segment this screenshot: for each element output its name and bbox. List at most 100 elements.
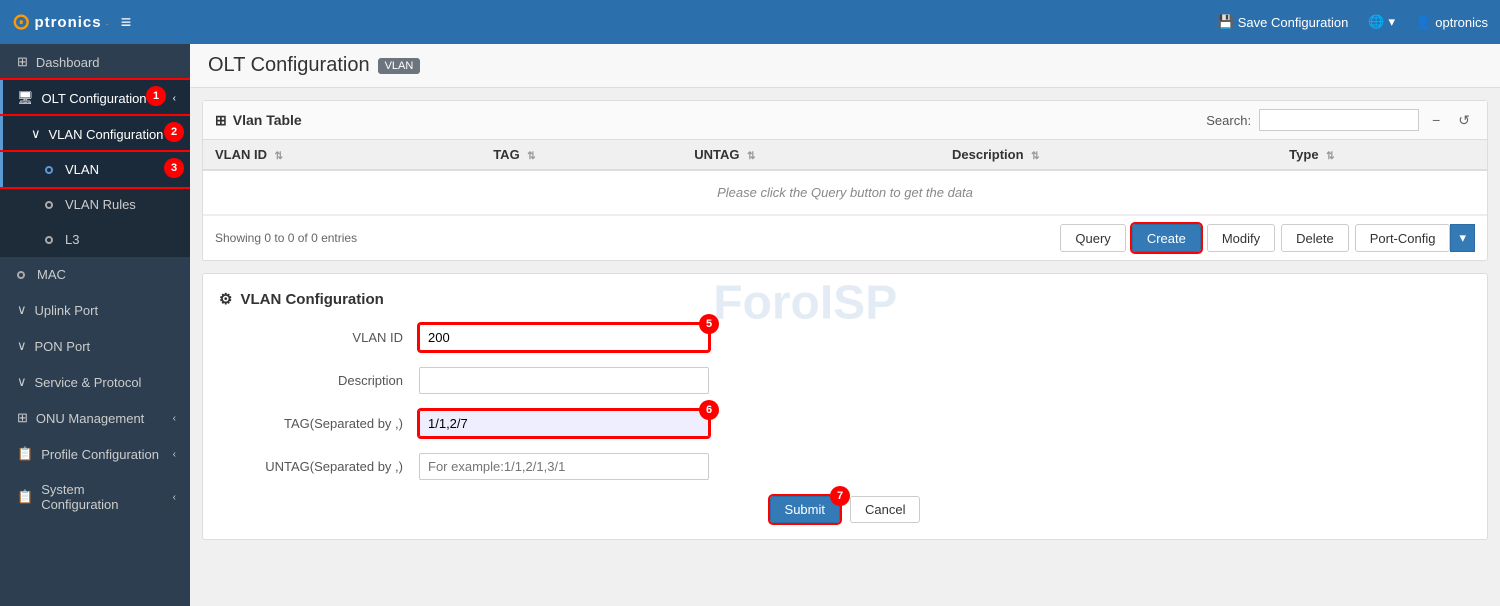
sidebar-item-olt-config[interactable]: 🖥 OLT Configuration ‹ 1	[0, 80, 190, 116]
sidebar-item-service-protocol[interactable]: ∨ Service & Protocol	[0, 364, 190, 400]
vlan-id-row: VLAN ID 5	[219, 324, 1471, 351]
uplink-arrow-icon: ∨	[17, 302, 27, 318]
no-data-cell: Please click the Query button to get the…	[203, 170, 1487, 215]
sidebar-vlan-rules-label: VLAN Rules	[65, 197, 176, 212]
sidebar-mac-label: MAC	[37, 267, 176, 282]
system-icon: 📋	[17, 489, 33, 505]
table-header-row: VLAN ID ⇅ TAG ⇅ UNTAG ⇅ Description ⇅ Ty…	[203, 140, 1487, 170]
tag-label: TAG(Separated by ,)	[219, 416, 419, 431]
badge-3: 3	[164, 158, 184, 178]
sidebar-item-mac[interactable]: MAC	[0, 257, 190, 292]
mac-circle-icon	[17, 271, 25, 279]
onu-arrow-icon: ‹	[173, 413, 176, 424]
col-description: Description ⇅	[940, 140, 1277, 170]
globe-icon: 🌐	[1368, 14, 1384, 30]
sidebar-item-vlan-rules[interactable]: VLAN Rules	[0, 187, 190, 222]
hamburger-icon[interactable]: ≡	[121, 12, 132, 33]
cancel-btn[interactable]: Cancel	[850, 496, 920, 523]
description-input[interactable]	[419, 367, 709, 394]
vlan-id-input[interactable]	[419, 324, 709, 351]
showing-entries: Showing 0 to 0 of 0 entries	[215, 231, 357, 245]
sidebar-item-vlan-config[interactable]: ∨ VLAN Configuration 2	[0, 116, 190, 152]
sidebar-dashboard-label: Dashboard	[36, 55, 176, 70]
sidebar-item-uplink-port[interactable]: ∨ Uplink Port	[0, 292, 190, 328]
logo-dot: .	[106, 16, 109, 28]
page-title: OLT Configuration	[208, 54, 370, 77]
badge-6: 6	[699, 400, 719, 420]
table-footer: Showing 0 to 0 of 0 entries Query Create…	[203, 215, 1487, 260]
col-type: Type ⇅	[1277, 140, 1487, 170]
monitor-icon: 🖥	[17, 90, 34, 106]
description-row: Description	[219, 367, 1471, 394]
table-title: ⊞ Vlan Table	[215, 112, 302, 129]
vlan-table: VLAN ID ⇅ TAG ⇅ UNTAG ⇅ Description ⇅ Ty…	[203, 140, 1487, 215]
sidebar-item-system-config[interactable]: 📋 System Configuration ‹	[0, 472, 190, 522]
logo-icon: ⊙	[12, 9, 30, 35]
sort-arrows-desc: ⇅	[1031, 151, 1039, 162]
sort-arrows-type: ⇅	[1326, 151, 1334, 162]
minimize-btn[interactable]: −	[1427, 110, 1445, 130]
modify-btn[interactable]: Modify	[1207, 224, 1275, 252]
profile-arrow-icon: ‹	[173, 449, 176, 460]
untag-row: UNTAG(Separated by ,)	[219, 453, 1471, 480]
page-header: OLT Configuration VLAN	[190, 44, 1500, 88]
table-title-icon: ⊞	[215, 112, 227, 129]
untag-input[interactable]	[419, 453, 709, 480]
save-config-label: Save Configuration	[1238, 15, 1349, 30]
profile-icon: 📋	[17, 446, 33, 462]
logo: ⊙ ptronics .	[12, 9, 109, 35]
tag-input[interactable]	[419, 410, 709, 437]
sidebar-item-pon-port[interactable]: ∨ PON Port	[0, 328, 190, 364]
vlan-config-icon: ⚙	[219, 290, 232, 308]
sidebar-l3-label: L3	[65, 232, 176, 247]
sidebar-vlan-label: VLAN	[65, 162, 176, 177]
query-btn[interactable]: Query	[1060, 224, 1125, 252]
breadcrumb-badge: VLAN	[378, 58, 421, 74]
col-tag: TAG ⇅	[481, 140, 682, 170]
save-icon: 💾	[1218, 14, 1234, 30]
vlan-rules-circle-icon	[45, 201, 53, 209]
sort-arrows-untag: ⇅	[747, 151, 755, 162]
vlan-config-title-label: VLAN Configuration	[240, 291, 383, 308]
table-title-label: Vlan Table	[233, 112, 302, 128]
search-label: Search:	[1206, 113, 1251, 128]
onu-icon: ⊞	[17, 410, 28, 426]
sidebar-profile-label: Profile Configuration	[41, 447, 164, 462]
navbar: ⊙ ptronics . ≡ 💾 Save Configuration 🌐 ▾ …	[0, 0, 1500, 44]
action-buttons: Query Create Modify Delete Port-Config ▾	[1060, 224, 1475, 252]
sidebar-item-l3[interactable]: L3	[0, 222, 190, 257]
l3-circle-icon	[45, 236, 53, 244]
search-input[interactable]	[1259, 109, 1419, 131]
delete-btn[interactable]: Delete	[1281, 224, 1349, 252]
refresh-btn[interactable]: ↺	[1453, 110, 1475, 131]
badge-7: 7	[830, 486, 850, 506]
logo-text: ptronics	[34, 14, 101, 31]
create-btn[interactable]: Create	[1132, 224, 1201, 252]
vlan-config-icon: ∨	[31, 126, 41, 142]
port-config-btn[interactable]: Port-Config	[1355, 224, 1451, 252]
port-config-dropdown-btn[interactable]: ▾	[1450, 224, 1475, 252]
content-area: OLT Configuration VLAN ⊞ Vlan Table Sear…	[190, 44, 1500, 606]
service-arrow-icon: ∨	[17, 374, 27, 390]
olt-arrow-icon: ‹	[173, 93, 176, 104]
save-config-btn[interactable]: 💾 Save Configuration	[1218, 14, 1349, 30]
vlan-id-label: VLAN ID	[219, 330, 419, 345]
badge-5: 5	[699, 314, 719, 334]
vlan-config-section: ⚙ VLAN Configuration VLAN ID 5 Descripti…	[202, 273, 1488, 540]
language-btn[interactable]: 🌐 ▾	[1368, 14, 1395, 30]
username-label: optronics	[1435, 15, 1488, 30]
sidebar-vlan-config-label: VLAN Configuration	[49, 127, 176, 142]
sidebar-pon-label: PON Port	[35, 339, 176, 354]
badge-2: 2	[164, 122, 184, 142]
badge-1: 1	[146, 86, 166, 106]
sidebar-uplink-label: Uplink Port	[35, 303, 176, 318]
sidebar-item-vlan[interactable]: VLAN 3	[0, 152, 190, 187]
dropdown-arrow-lang: ▾	[1389, 14, 1396, 30]
submit-btn[interactable]: Submit	[770, 496, 840, 523]
vlan-config-title: ⚙ VLAN Configuration	[219, 290, 1471, 308]
user-menu[interactable]: 👤 optronics	[1415, 14, 1488, 30]
sidebar-item-dashboard[interactable]: ⊞ Dashboard	[0, 44, 190, 80]
sidebar-item-profile-config[interactable]: 📋 Profile Configuration ‹	[0, 436, 190, 472]
sidebar-item-onu-mgmt[interactable]: ⊞ ONU Management ‹	[0, 400, 190, 436]
tag-row: TAG(Separated by ,) 6	[219, 410, 1471, 437]
